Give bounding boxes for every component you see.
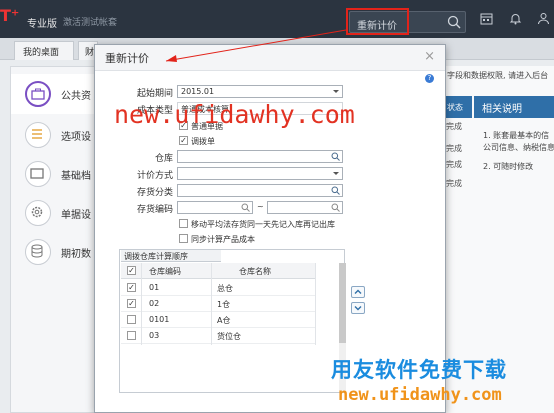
column-divider <box>315 263 316 345</box>
related-title: 相关说明 <box>474 96 554 118</box>
start-period-value: 2015.01 <box>181 87 215 96</box>
search-icon[interactable] <box>331 186 340 195</box>
sidebar-item-label: 单据设 <box>61 210 91 221</box>
warehouse-field[interactable] <box>177 150 343 163</box>
search-icon[interactable] <box>241 203 250 212</box>
select-all-checkbox[interactable]: ✓ <box>127 266 136 275</box>
dialog-title: 重新计价 <box>105 52 149 65</box>
warehouse-order-title: 调拨仓库计算顺序 <box>121 250 221 262</box>
gear-icon <box>25 200 51 226</box>
column-header-name: 仓库名称 <box>239 267 271 276</box>
chevron-up-icon <box>354 289 362 294</box>
moving-average-label: 移动平均法存货同一天先记入库再记出库 <box>191 220 335 229</box>
search-icon[interactable] <box>331 152 340 161</box>
transfer-doc-checkbox[interactable]: ✓ <box>179 136 188 145</box>
background-hint: 字段和数据权限, 请进入后台 <box>447 71 549 80</box>
column-header-code: 仓库编码 <box>149 267 181 276</box>
range-separator: ~ <box>257 202 264 211</box>
sync-product-cost-checkbox[interactable] <box>179 234 188 243</box>
table-row[interactable]: 0101 A仓 <box>121 312 315 328</box>
table-header: ✓ 仓库编码 仓库名称 <box>121 263 315 279</box>
code-from-field[interactable] <box>177 201 253 214</box>
user-icon[interactable] <box>537 12 550 25</box>
finish-label: 完成 <box>446 179 462 188</box>
calendar-icon[interactable] <box>480 12 493 25</box>
table-row[interactable]: ✓ 01 总仓 <box>121 280 315 296</box>
related-line: 1. 账套最基本的信 <box>483 131 550 140</box>
search-highlight-box <box>346 8 409 35</box>
column-divider <box>211 263 212 345</box>
row-name: 货位仓 <box>217 332 241 341</box>
sidebar: 公共资 选项设 基础档 单据设 期初数 <box>10 66 101 413</box>
sidebar-item-basic-archive[interactable]: 基础档 <box>11 154 101 194</box>
row-code: 01 <box>149 283 160 292</box>
start-period-select[interactable]: 2015.01 <box>177 85 343 98</box>
tab-my-desktop[interactable]: 我的桌面 <box>14 41 74 60</box>
table-row[interactable]: ✓ 02 1仓 <box>121 296 315 312</box>
transfer-doc-label: 调拨单 <box>191 137 215 146</box>
bell-icon[interactable] <box>509 12 522 25</box>
start-period-label: 起始期间 <box>136 89 173 99</box>
list-icon <box>25 122 51 148</box>
row-code: 0101 <box>149 315 170 324</box>
sidebar-item-label: 期初数 <box>61 249 91 260</box>
folder-icon <box>25 161 51 187</box>
row-checkbox[interactable]: ✓ <box>127 299 136 308</box>
column-divider <box>141 263 142 345</box>
finish-label: 完成 <box>446 122 462 131</box>
sidebar-item-label: 基础档 <box>61 171 91 182</box>
chevron-down-icon <box>354 306 362 311</box>
app-logo: T⁺ <box>0 6 20 25</box>
row-code: 03 <box>149 331 160 340</box>
row-name: 1仓 <box>217 300 231 309</box>
row-checkbox[interactable]: ✓ <box>127 283 136 292</box>
related-line: 2. 可随时修改 <box>483 162 534 171</box>
related-line: 公司信息、纳税信息 <box>483 143 554 152</box>
watermark-url: new.ufidawhy.com <box>114 100 355 129</box>
search-icon[interactable] <box>447 15 461 29</box>
sidebar-item-opening-data[interactable]: 期初数 <box>11 232 101 272</box>
status-header: 状态 <box>447 103 463 112</box>
row-checkbox[interactable] <box>127 331 136 340</box>
finish-label: 完成 <box>446 160 462 169</box>
watermark-url-bottom: new.ufidawhy.com <box>338 385 502 405</box>
database-icon <box>25 239 51 265</box>
valuation-select[interactable] <box>177 167 343 180</box>
table-row[interactable]: 03 货位仓 <box>121 328 315 344</box>
code-to-field[interactable] <box>267 201 343 214</box>
search-icon[interactable] <box>331 203 340 212</box>
help-icon[interactable]: ? <box>425 74 434 83</box>
category-label: 存货分类 <box>136 188 173 198</box>
category-field[interactable] <box>177 184 343 197</box>
move-up-button[interactable] <box>351 286 365 298</box>
row-name: A仓 <box>217 316 231 325</box>
sidebar-item-options[interactable]: 选项设 <box>11 115 101 155</box>
sidebar-item-label: 公共资 <box>61 91 91 102</box>
move-down-button[interactable] <box>351 302 365 314</box>
chevron-down-icon <box>333 172 339 175</box>
row-name: 总仓 <box>217 284 233 293</box>
valuation-label: 计价方式 <box>136 171 173 181</box>
sidebar-item-document-settings[interactable]: 单据设 <box>11 193 101 233</box>
warehouse-label: 仓库 <box>154 154 173 164</box>
sync-product-cost-label: 同步计算产品成本 <box>191 235 255 244</box>
close-icon[interactable]: × <box>424 49 435 64</box>
top-bar: T⁺ 专业版 激活测试帐套 重新计价 <box>0 0 554 38</box>
watermark-chinese: 用友软件免费下载 <box>331 358 507 382</box>
sidebar-item-label: 选项设 <box>61 132 91 143</box>
company-name[interactable]: 激活测试帐套 <box>63 15 117 28</box>
scrollbar-thumb[interactable] <box>339 263 346 343</box>
finish-label: 完成 <box>446 144 462 153</box>
moving-average-checkbox[interactable] <box>179 219 188 228</box>
dialog-title-bar[interactable]: 重新计价 × <box>95 45 445 71</box>
row-checkbox[interactable] <box>127 315 136 324</box>
code-label: 存货编码 <box>136 205 173 215</box>
sidebar-item-public[interactable]: 公共资 <box>11 74 101 114</box>
chevron-down-icon <box>333 90 339 93</box>
edition-label: 专业版 <box>27 19 57 30</box>
row-code: 02 <box>149 299 160 308</box>
briefcase-icon <box>25 81 51 107</box>
